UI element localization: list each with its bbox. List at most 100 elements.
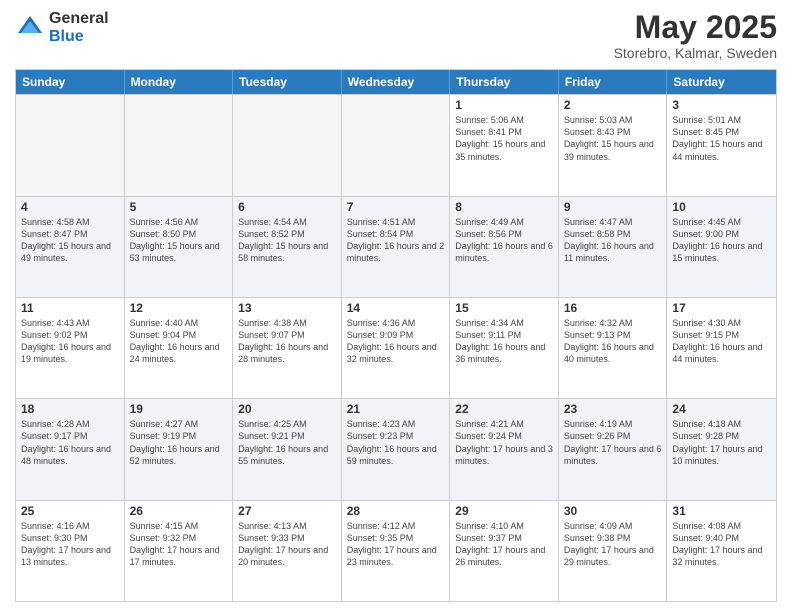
day-number: 22 (455, 402, 553, 416)
day-info: Sunrise: 4:34 AMSunset: 9:11 PMDaylight:… (455, 317, 553, 366)
day-cell-29: 29 Sunrise: 4:10 AMSunset: 9:37 PMDayligh… (450, 501, 559, 601)
day-cell-12: 12 Sunrise: 4:40 AMSunset: 9:04 PMDayligh… (125, 298, 234, 398)
weekday-header-sunday: Sunday (16, 70, 125, 94)
title-block: May 2025 Storebro, Kalmar, Sweden (614, 10, 777, 61)
day-number: 31 (672, 504, 771, 518)
day-info: Sunrise: 4:58 AMSunset: 8:47 PMDaylight:… (21, 216, 119, 265)
day-number: 14 (347, 301, 445, 315)
day-info: Sunrise: 4:30 AMSunset: 9:15 PMDaylight:… (672, 317, 771, 366)
empty-cell (342, 95, 451, 195)
day-number: 16 (564, 301, 662, 315)
day-cell-2: 2 Sunrise: 5:03 AMSunset: 8:43 PMDaylight… (559, 95, 668, 195)
day-number: 13 (238, 301, 336, 315)
day-info: Sunrise: 4:36 AMSunset: 9:09 PMDaylight:… (347, 317, 445, 366)
day-number: 4 (21, 200, 119, 214)
day-number: 19 (130, 402, 228, 416)
day-number: 8 (455, 200, 553, 214)
day-number: 26 (130, 504, 228, 518)
day-info: Sunrise: 4:45 AMSunset: 9:00 PMDaylight:… (672, 216, 771, 265)
day-number: 5 (130, 200, 228, 214)
day-cell-1: 1Sunrise: 5:06 AMSunset: 8:41 PMDaylight… (450, 95, 559, 195)
day-number: 30 (564, 504, 662, 518)
day-number: 27 (238, 504, 336, 518)
day-number: 25 (21, 504, 119, 518)
day-info: Sunrise: 4:15 AMSunset: 9:32 PMDaylight:… (130, 520, 228, 569)
day-number: 20 (238, 402, 336, 416)
day-cell-28: 28 Sunrise: 4:12 AMSunset: 9:35 PMDayligh… (342, 501, 451, 601)
logo-text: General Blue (49, 10, 109, 45)
calendar-row-1: 1Sunrise: 5:06 AMSunset: 8:41 PMDaylight… (16, 94, 776, 195)
subtitle: Storebro, Kalmar, Sweden (614, 45, 777, 61)
day-info: Sunrise: 4:16 AMSunset: 9:30 PMDaylight:… (21, 520, 119, 569)
calendar-row-3: 11Sunrise: 4:43 AMSunset: 9:02 PMDayligh… (16, 297, 776, 398)
day-cell-9: 9Sunrise: 4:47 AMSunset: 8:58 PMDaylight… (559, 197, 668, 297)
day-cell-19: 19Sunrise: 4:27 AMSunset: 9:19 PMDayligh… (125, 399, 234, 499)
day-number: 11 (21, 301, 119, 315)
day-cell-3: 3 Sunrise: 5:01 AMSunset: 8:45 PMDaylight… (667, 95, 776, 195)
day-cell-24: 24Sunrise: 4:18 AMSunset: 9:28 PMDayligh… (667, 399, 776, 499)
day-info: Sunrise: 4:12 AMSunset: 9:35 PMDaylight:… (347, 520, 445, 569)
day-info: Sunrise: 4:38 AMSunset: 9:07 PMDaylight:… (238, 317, 336, 366)
day-cell-15: 15 Sunrise: 4:34 AMSunset: 9:11 PMDayligh… (450, 298, 559, 398)
day-info: Sunrise: 4:23 AMSunset: 9:23 PMDaylight:… (347, 418, 445, 467)
day-number: 10 (672, 200, 771, 214)
day-info: Sunrise: 4:49 AMSunset: 8:56 PMDaylight:… (455, 216, 553, 265)
day-info: Sunrise: 4:10 AMSunset: 9:37 PMDaylight:… (455, 520, 553, 569)
day-number: 23 (564, 402, 662, 416)
day-cell-16: 16 Sunrise: 4:32 AMSunset: 9:13 PMDayligh… (559, 298, 668, 398)
day-info: Sunrise: 5:01 AMSunset: 8:45 PMDaylight:… (672, 114, 771, 163)
empty-cell (125, 95, 234, 195)
day-cell-8: 8 Sunrise: 4:49 AMSunset: 8:56 PMDaylight… (450, 197, 559, 297)
day-info: Sunrise: 4:51 AMSunset: 8:54 PMDaylight:… (347, 216, 445, 265)
empty-cell (233, 95, 342, 195)
day-cell-23: 23 Sunrise: 4:19 AMSunset: 9:26 PMDayligh… (559, 399, 668, 499)
day-cell-17: 17Sunrise: 4:30 AMSunset: 9:15 PMDayligh… (667, 298, 776, 398)
logo-blue: Blue (49, 28, 109, 46)
day-info: Sunrise: 4:09 AMSunset: 9:38 PMDaylight:… (564, 520, 662, 569)
weekday-header-monday: Monday (125, 70, 234, 94)
day-cell-11: 11Sunrise: 4:43 AMSunset: 9:02 PMDayligh… (16, 298, 125, 398)
day-number: 24 (672, 402, 771, 416)
day-number: 7 (347, 200, 445, 214)
day-cell-10: 10 Sunrise: 4:45 AMSunset: 9:00 PMDayligh… (667, 197, 776, 297)
day-info: Sunrise: 4:40 AMSunset: 9:04 PMDaylight:… (130, 317, 228, 366)
weekday-header-wednesday: Wednesday (342, 70, 451, 94)
day-info: Sunrise: 4:19 AMSunset: 9:26 PMDaylight:… (564, 418, 662, 467)
day-cell-25: 25 Sunrise: 4:16 AMSunset: 9:30 PMDayligh… (16, 501, 125, 601)
day-number: 2 (564, 98, 662, 112)
day-info: Sunrise: 5:03 AMSunset: 8:43 PMDaylight:… (564, 114, 662, 163)
day-info: Sunrise: 4:32 AMSunset: 9:13 PMDaylight:… (564, 317, 662, 366)
day-cell-7: 7 Sunrise: 4:51 AMSunset: 8:54 PMDaylight… (342, 197, 451, 297)
day-number: 21 (347, 402, 445, 416)
day-info: Sunrise: 4:47 AMSunset: 8:58 PMDaylight:… (564, 216, 662, 265)
calendar-row-5: 25 Sunrise: 4:16 AMSunset: 9:30 PMDayligh… (16, 500, 776, 601)
day-cell-20: 20Sunrise: 4:25 AMSunset: 9:21 PMDayligh… (233, 399, 342, 499)
day-cell-18: 18 Sunrise: 4:28 AMSunset: 9:17 PMDayligh… (16, 399, 125, 499)
day-number: 28 (347, 504, 445, 518)
day-number: 18 (21, 402, 119, 416)
weekday-header-thursday: Thursday (450, 70, 559, 94)
day-cell-21: 21 Sunrise: 4:23 AMSunset: 9:23 PMDayligh… (342, 399, 451, 499)
day-info: Sunrise: 4:28 AMSunset: 9:17 PMDaylight:… (21, 418, 119, 467)
day-number: 29 (455, 504, 553, 518)
day-cell-4: 4 Sunrise: 4:58 AMSunset: 8:47 PMDaylight… (16, 197, 125, 297)
day-info: Sunrise: 5:06 AMSunset: 8:41 PMDaylight:… (455, 114, 553, 163)
day-info: Sunrise: 4:08 AMSunset: 9:40 PMDaylight:… (672, 520, 771, 569)
day-number: 12 (130, 301, 228, 315)
main-title: May 2025 (614, 10, 777, 45)
day-number: 3 (672, 98, 771, 112)
day-info: Sunrise: 4:13 AMSunset: 9:33 PMDaylight:… (238, 520, 336, 569)
day-cell-30: 30 Sunrise: 4:09 AMSunset: 9:38 PMDayligh… (559, 501, 668, 601)
logo-icon (15, 13, 45, 43)
day-cell-26: 26 Sunrise: 4:15 AMSunset: 9:32 PMDayligh… (125, 501, 234, 601)
empty-cell (16, 95, 125, 195)
weekday-header-saturday: Saturday (667, 70, 776, 94)
header: General Blue May 2025 Storebro, Kalmar, … (15, 10, 777, 61)
day-cell-13: 13 Sunrise: 4:38 AMSunset: 9:07 PMDayligh… (233, 298, 342, 398)
logo: General Blue (15, 10, 109, 45)
day-number: 15 (455, 301, 553, 315)
day-info: Sunrise: 4:56 AMSunset: 8:50 PMDaylight:… (130, 216, 228, 265)
day-number: 6 (238, 200, 336, 214)
calendar-header: SundayMondayTuesdayWednesdayThursdayFrid… (16, 70, 776, 94)
weekday-header-friday: Friday (559, 70, 668, 94)
